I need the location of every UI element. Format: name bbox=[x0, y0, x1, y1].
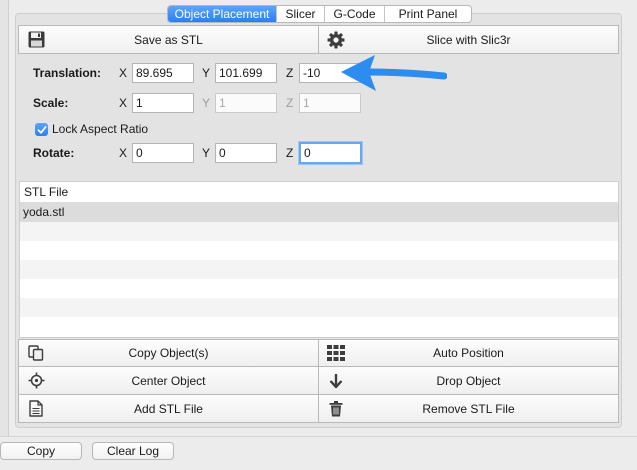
rotate-x-field[interactable] bbox=[132, 143, 194, 163]
scale-y-axis-label: Y bbox=[202, 96, 211, 110]
scale-y-field bbox=[215, 93, 277, 113]
save-as-stl-button[interactable]: Save as STL bbox=[18, 25, 319, 54]
actions-row-2: Center Object Drop Object bbox=[18, 367, 619, 395]
rotate-z-field[interactable] bbox=[299, 142, 362, 164]
rotate-y-field[interactable] bbox=[215, 143, 277, 163]
grid-icon bbox=[327, 344, 345, 362]
slice-with-slic3r-label: Slice with Slic3r bbox=[426, 32, 511, 47]
copy-objects-button[interactable]: Copy Object(s) bbox=[18, 339, 319, 367]
save-as-stl-label: Save as STL bbox=[134, 32, 203, 47]
center-object-label: Center Object bbox=[131, 373, 206, 388]
copy-objects-label: Copy Object(s) bbox=[128, 346, 209, 360]
crosshair-icon bbox=[27, 372, 45, 390]
floppy-disk-icon bbox=[27, 31, 45, 49]
gear-icon bbox=[327, 31, 345, 49]
lock-aspect-ratio-checkbox[interactable] bbox=[35, 123, 48, 136]
table-row-empty bbox=[20, 298, 618, 317]
tab-print-panel[interactable]: Print Panel bbox=[385, 6, 471, 22]
auto-position-button[interactable]: Auto Position bbox=[319, 339, 619, 367]
stl-file-table[interactable]: STL File yoda.stl bbox=[19, 181, 619, 338]
scale-z-axis-label: Z bbox=[286, 96, 294, 110]
translation-z-axis-label: Z bbox=[286, 66, 294, 80]
table-row-empty bbox=[20, 317, 618, 336]
rotate-z-axis-label: Z bbox=[286, 146, 294, 160]
table-row-empty bbox=[20, 260, 618, 279]
document-icon bbox=[27, 400, 45, 418]
translation-x-field[interactable] bbox=[132, 63, 194, 83]
translation-x-axis-label: X bbox=[119, 66, 128, 80]
actions-row-3: Add STL File Remove STL File bbox=[18, 395, 619, 423]
remove-stl-file-label: Remove STL File bbox=[422, 401, 515, 416]
stl-file-column-header[interactable]: STL File bbox=[20, 182, 618, 203]
arrow-down-icon bbox=[327, 372, 345, 390]
rotate-x-axis-label: X bbox=[119, 146, 128, 160]
translation-label: Translation: bbox=[33, 66, 102, 80]
rotate-y-axis-label: Y bbox=[202, 146, 211, 160]
actions-row-1: Copy Object(s) Auto Position bbox=[18, 339, 619, 367]
remove-stl-file-button[interactable]: Remove STL File bbox=[319, 395, 619, 423]
annotation-arrow-icon bbox=[341, 55, 447, 91]
drop-object-label: Drop Object bbox=[436, 373, 501, 388]
add-stl-file-label: Add STL File bbox=[134, 401, 203, 416]
center-object-button[interactable]: Center Object bbox=[18, 367, 319, 395]
copy-log-button[interactable]: Copy bbox=[0, 442, 82, 460]
table-row[interactable]: yoda.stl bbox=[20, 203, 618, 222]
clear-log-button[interactable]: Clear Log bbox=[92, 442, 174, 460]
left-edge-strip bbox=[0, 0, 9, 436]
scale-label: Scale: bbox=[33, 96, 69, 110]
lock-aspect-ratio-label: Lock Aspect Ratio bbox=[52, 122, 149, 136]
tab-object-placement[interactable]: Object Placement bbox=[168, 6, 277, 22]
scale-x-field[interactable] bbox=[132, 93, 194, 113]
top-toolbar: Save as STL Slice with Slic3r bbox=[18, 25, 619, 54]
panel-tabs: Object Placement Slicer G-Code Print Pan… bbox=[167, 5, 472, 23]
trash-icon bbox=[327, 400, 345, 418]
drop-object-button[interactable]: Drop Object bbox=[319, 367, 619, 395]
translation-y-axis-label: Y bbox=[202, 66, 211, 80]
checkmark-icon bbox=[37, 125, 46, 134]
scale-x-axis-label: X bbox=[119, 96, 128, 110]
copy-icon bbox=[27, 344, 45, 362]
add-stl-file-button[interactable]: Add STL File bbox=[18, 395, 319, 423]
log-divider bbox=[0, 436, 637, 437]
slice-with-slic3r-button[interactable]: Slice with Slic3r bbox=[319, 25, 619, 54]
translation-y-field[interactable] bbox=[215, 63, 277, 83]
table-row-empty bbox=[20, 222, 618, 241]
auto-position-label: Auto Position bbox=[433, 346, 504, 360]
table-row-empty bbox=[20, 279, 618, 298]
table-row-empty bbox=[20, 241, 618, 260]
tab-slicer[interactable]: Slicer bbox=[277, 6, 325, 22]
rotate-label: Rotate: bbox=[33, 146, 75, 160]
tab-gcode[interactable]: G-Code bbox=[325, 6, 385, 22]
